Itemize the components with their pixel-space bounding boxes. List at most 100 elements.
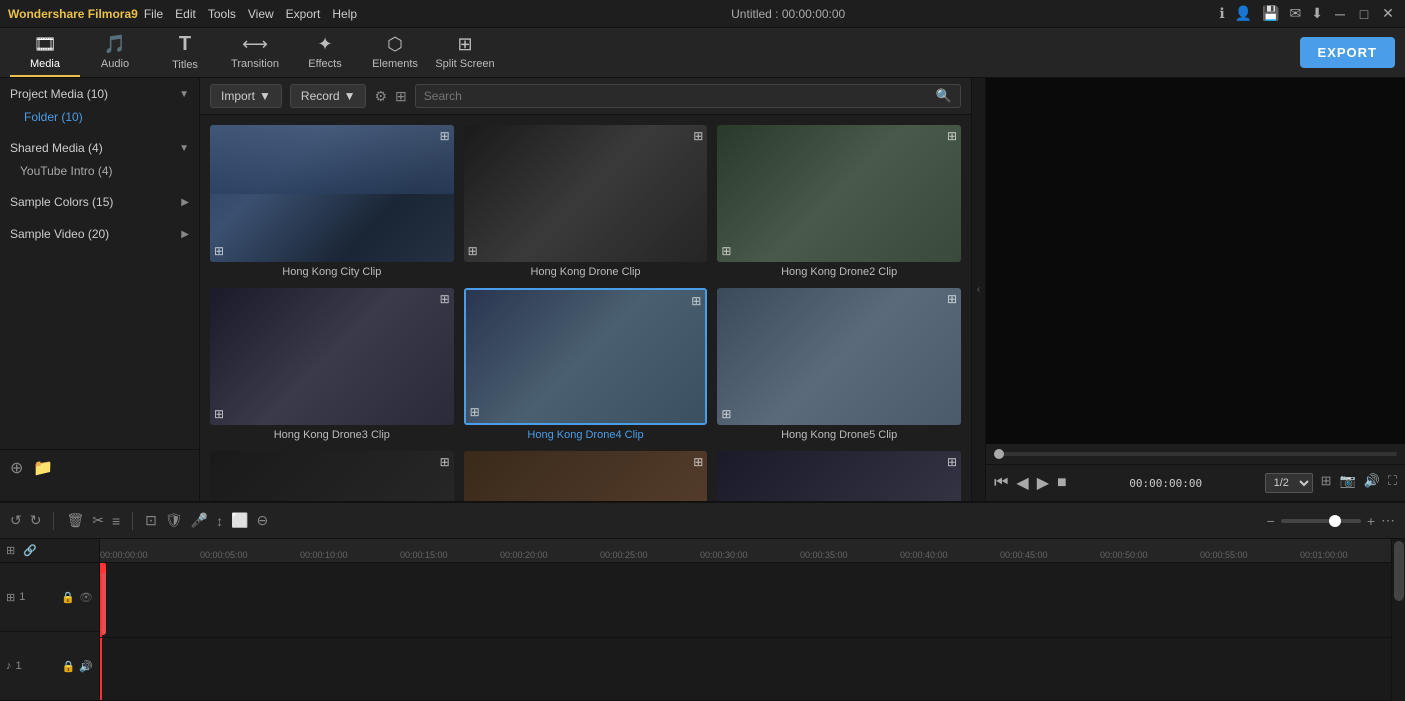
media-item-hk-drone4[interactable]: ⊞ ⊞ Hong Kong Drone4 Clip [464,288,708,441]
sidebar-section-colors: Sample Colors (15) ▶ [0,186,199,218]
preview-progress-container [986,444,1405,464]
zoom-out-button[interactable]: − [1267,513,1275,529]
scrollbar-thumb[interactable] [1394,541,1404,601]
tool-effects-label: Effects [308,58,341,70]
export-button[interactable]: EXPORT [1300,37,1395,68]
user-icon[interactable]: 👤 [1235,5,1252,22]
add-to-timeline-icon[interactable]: ⊞ [468,244,478,258]
adjust-button[interactable]: ≡ [112,513,120,529]
speed-select[interactable]: 1/21/41Full [1265,473,1313,493]
tool-audio[interactable]: 🎵 Audio [80,29,150,77]
undo-button[interactable]: ↺ [10,512,22,529]
step-back-button[interactable]: ◀ [1016,473,1028,493]
hide-track-button[interactable]: 👁 [79,591,93,604]
sidebar-header-project[interactable]: Project Media (10) ▼ [0,82,199,106]
save-icon[interactable]: 💾 [1262,5,1279,22]
menu-help[interactable]: Help [332,7,357,21]
add-to-timeline-icon[interactable]: ⊞ [721,407,731,421]
prev-frame-button[interactable]: ⏮ [994,474,1008,492]
ruler-mark-11: 00:00:55:00 [1200,550,1300,560]
redo-button[interactable]: ↻ [30,512,42,529]
zoom-slider[interactable] [1281,519,1361,523]
search-input[interactable] [424,89,931,103]
color-grade-icon[interactable]: ⬜ [231,512,248,529]
stabilize-icon[interactable]: ⊖ [257,512,269,529]
add-to-timeline-icon[interactable]: ⊞ [470,405,480,419]
sidebar-colors-label: Sample Colors (15) [10,195,113,209]
sidebar-header-shared[interactable]: Shared Media (4) ▼ [0,136,199,160]
lock-track-button[interactable]: 🔒 [61,591,75,604]
tool-elements[interactable]: ⬡ Elements [360,29,430,77]
download-icon[interactable]: ⬇ [1311,5,1323,22]
add-media-button[interactable]: ⊕ [10,458,23,478]
fullscreen-icon[interactable]: ⛶ [1388,473,1397,493]
volume-icon[interactable]: 🔊 [1364,473,1380,493]
add-to-timeline-icon[interactable]: ⊞ [214,244,224,258]
add-folder-button[interactable]: 📁 [33,458,53,478]
tool-media[interactable]: 🎞 Media [10,29,80,77]
import-button[interactable]: Import ▼ [210,84,282,108]
sidebar-project-label: Project Media (10) [10,87,108,101]
menu-export[interactable]: Export [286,7,321,21]
sidebar-header-colors[interactable]: Sample Colors (15) ▶ [0,190,199,214]
add-to-timeline-icon[interactable]: ⊞ [214,407,224,421]
menu-file[interactable]: File [144,7,163,21]
preview-progress-bar[interactable] [994,452,1397,456]
sidebar-item-folder[interactable]: Folder (10) [0,106,199,128]
info-icon[interactable]: ℹ [1219,5,1224,22]
tool-effects[interactable]: ✦ Effects [290,29,360,77]
panel-collapse-button[interactable]: ‹ [971,78,985,501]
message-icon[interactable]: ✉ [1290,5,1302,22]
sidebar-video-label: Sample Video (20) [10,227,109,241]
minimize-button[interactable]: ─ [1331,5,1349,23]
cut-button[interactable]: ✂ [92,512,104,529]
audio-track-row[interactable] [100,638,1391,701]
menu-view[interactable]: View [248,7,274,21]
zoom-more-icon[interactable]: ⋯ [1381,512,1395,529]
scene-detect-icon[interactable]: ⊡ [145,512,157,529]
video-track-row[interactable] [100,563,1391,638]
preview-time-display: 00:00:00:00 [1129,477,1202,490]
tool-transition[interactable]: ⟷ Transition [220,29,290,77]
sidebar-header-video[interactable]: Sample Video (20) ▶ [0,222,199,246]
lock-audio-button[interactable]: 🔒 [62,660,76,673]
media-item-hk-drone5[interactable]: ⊞ ⊞ Hong Kong Drone5 Clip [717,288,961,441]
link-button[interactable]: 🔗 [23,544,37,557]
audio-detach-icon[interactable]: 🎤 [191,512,208,529]
media-item-row3b[interactable]: ⊞ ⊞ [464,451,708,501]
transition-icon-tl[interactable]: ↕ [216,513,223,529]
sidebar-item-youtube[interactable]: YouTube Intro (4) [0,160,199,182]
play-button[interactable]: ▶ [1037,473,1049,493]
timeline-scrollbar[interactable] [1391,539,1405,701]
media-label-hk-drone: Hong Kong Drone Clip [464,266,708,278]
media-item-hk-drone[interactable]: ⊞ ⊞ Hong Kong Drone Clip [464,125,708,278]
stop-button[interactable]: ■ [1057,474,1067,492]
close-button[interactable]: ✕ [1379,5,1397,23]
mute-audio-button[interactable]: 🔊 [79,660,93,673]
zoom-in-button[interactable]: + [1367,513,1375,529]
titles-icon: T [179,33,191,56]
media-item-hk-drone3[interactable]: ⊞ ⊞ Hong Kong Drone3 Clip [210,288,454,441]
record-button[interactable]: Record ▼ [290,84,367,108]
tool-splitscreen[interactable]: ⊞ Split Screen [430,29,500,77]
filter-icon[interactable]: ⚙ [374,88,387,105]
add-to-timeline-icon[interactable]: ⊞ [721,244,731,258]
add-track-button[interactable]: ⊞ [6,544,15,557]
menu-edit[interactable]: Edit [175,7,196,21]
snapshot-icon[interactable]: 📷 [1340,473,1356,493]
grid-view-icon[interactable]: ⊞ [395,88,407,105]
menu-tools[interactable]: Tools [208,7,236,21]
window-controls[interactable]: ─ □ ✕ [1331,5,1397,23]
maximize-button[interactable]: □ [1355,5,1373,23]
media-item-hk-drone2[interactable]: ⊞ ⊞ Hong Kong Drone2 Clip [717,125,961,278]
track-label-audio: ♪ 1 🔒 🔊 [0,632,99,701]
media-item-hk-city[interactable]: ⊞ ⊞ Hong Kong City Clip [210,125,454,278]
media-item-row3c[interactable]: ⊞ ⊞ [717,451,961,501]
menu-bar[interactable]: File Edit Tools View Export Help [144,7,357,21]
media-item-row3a[interactable]: ⊞ ⊞ [210,451,454,501]
tool-titles[interactable]: T Titles [150,29,220,77]
clip-speed-icon[interactable]: 🛡 [165,512,183,529]
delete-button[interactable]: 🗑 [66,512,84,529]
video-track-controls: 🔒 👁 [61,591,93,604]
full-resolution-icon[interactable]: ⊞ [1321,473,1332,493]
